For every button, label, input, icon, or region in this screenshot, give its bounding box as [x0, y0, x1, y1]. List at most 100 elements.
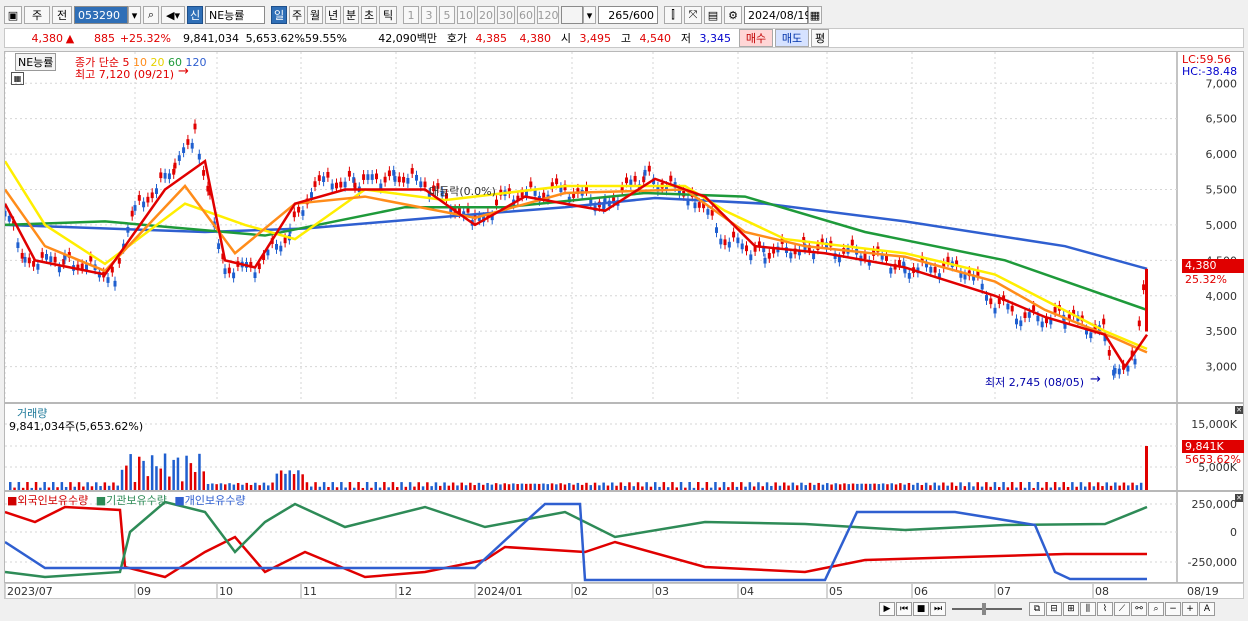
- minute-60-button[interactable]: 60: [517, 6, 535, 24]
- individual-legend: ■개인보유수량: [174, 494, 246, 507]
- scroll-last-icon[interactable]: ⏭: [930, 602, 946, 616]
- font-icon[interactable]: A: [1199, 602, 1215, 616]
- volume-bar: [331, 482, 334, 490]
- candle-body: [993, 307, 997, 314]
- stock-code-input[interactable]: 053290: [74, 6, 128, 24]
- candle-body: [933, 266, 937, 273]
- period-day-button[interactable]: 일: [271, 6, 287, 24]
- candle-body: [715, 227, 718, 233]
- volume-bar: [150, 455, 154, 490]
- volume-bar: [64, 486, 68, 490]
- stop-icon[interactable]: ■: [913, 602, 929, 616]
- sound-icon[interactable]: ◀▾: [161, 6, 185, 24]
- period-week-button[interactable]: 주: [289, 6, 305, 24]
- candle-body: [297, 206, 301, 213]
- date-input[interactable]: 2024/08/19: [744, 6, 811, 24]
- draw-tool-icon[interactable]: ⤧: [684, 6, 702, 24]
- volume-bar: [138, 456, 141, 490]
- chart-icon[interactable]: ⊞: [1063, 602, 1079, 616]
- period-tick-button[interactable]: 틱: [379, 6, 397, 24]
- candle-body: [1089, 332, 1093, 339]
- candle-body: [339, 181, 343, 188]
- period-month-button[interactable]: 월: [307, 6, 323, 24]
- minute-10-button[interactable]: 10: [457, 6, 475, 24]
- zoom-slider-thumb[interactable]: [982, 603, 986, 615]
- scroll-first-icon[interactable]: ⏮: [896, 602, 912, 616]
- main-toolbar: ▣ 주 전 053290 ▾ ⌕ ◀▾ 신 NE능률 일 주 월 년 분 초 틱…: [4, 5, 1244, 25]
- volume-panel-close-icon[interactable]: ✕: [1235, 406, 1243, 414]
- volume-bar: [1036, 482, 1040, 490]
- volume-bar: [907, 482, 911, 490]
- period-minute-button[interactable]: 분: [343, 6, 359, 24]
- custom-period-input[interactable]: [561, 6, 583, 24]
- volume-bar: [17, 482, 21, 490]
- candle-body: [223, 268, 227, 275]
- settings-gear-icon[interactable]: ⚙: [724, 6, 742, 24]
- price-chart-svg: 7,0006,5006,0005,5005,0004,5004,0003,500…: [5, 52, 1237, 402]
- minute-120-button[interactable]: 120: [537, 6, 559, 24]
- minus-icon[interactable]: −: [1165, 602, 1181, 616]
- bar-count-input[interactable]: 265/600: [598, 6, 658, 24]
- volume-bar: [1041, 487, 1044, 490]
- split-icon[interactable]: ⊟: [1046, 602, 1062, 616]
- volume-bar: [1088, 482, 1091, 490]
- volume-bar: [632, 486, 635, 490]
- candle-body: [533, 190, 537, 196]
- volume-bar: [482, 484, 485, 490]
- custom-period-dropdown-icon[interactable]: ▾: [583, 6, 596, 24]
- scroll-right-icon[interactable]: ▶: [879, 602, 895, 616]
- volume-value: 9,841,034주(5,653.62%): [9, 420, 144, 433]
- minute-5-button[interactable]: 5: [439, 6, 455, 24]
- minute-30-button[interactable]: 30: [497, 6, 515, 24]
- candle-body: [889, 267, 893, 274]
- chart-type-icon[interactable]: ▣: [4, 6, 22, 24]
- candle-body: [292, 211, 296, 218]
- zoom-icon[interactable]: ⌕: [1148, 602, 1164, 616]
- save-icon[interactable]: ▤: [704, 6, 722, 24]
- stock-name-field[interactable]: NE능률: [205, 6, 265, 24]
- code-dropdown-icon[interactable]: ▾: [128, 6, 141, 24]
- x-tick-label: 12: [398, 585, 412, 598]
- all-button[interactable]: 전: [52, 6, 72, 24]
- minute-3-button[interactable]: 3: [421, 6, 437, 24]
- holding-panel-close-icon[interactable]: ✕: [1235, 494, 1243, 502]
- overlap-icon[interactable]: ⧉: [1029, 602, 1045, 616]
- minute-20-button[interactable]: 20: [477, 6, 495, 24]
- plus-icon[interactable]: +: [1182, 602, 1198, 616]
- volume-bar: [181, 481, 184, 490]
- candle-icon[interactable]: ⫼: [1080, 602, 1096, 616]
- eval-button[interactable]: 평: [811, 29, 829, 47]
- volume-bar: [219, 483, 223, 490]
- period-second-button[interactable]: 초: [361, 6, 377, 24]
- volume-bar: [714, 482, 717, 490]
- volume-bar: [503, 483, 506, 490]
- period-year-button[interactable]: 년: [325, 6, 341, 24]
- volume-bar: [985, 482, 988, 490]
- holding-tick-label: 250,000: [1192, 498, 1238, 511]
- candle-body: [850, 239, 854, 246]
- candle-body: [159, 172, 163, 179]
- buy-button[interactable]: 매수: [739, 29, 773, 47]
- indicator-icon[interactable]: ⌇: [1097, 602, 1113, 616]
- candle-body: [1019, 320, 1023, 327]
- volume-bar: [611, 482, 614, 490]
- volume-bar: [808, 482, 812, 490]
- volume-bar: [13, 487, 16, 490]
- calendar-icon[interactable]: ▦: [808, 6, 822, 24]
- volume-bar: [1084, 486, 1087, 490]
- volume-bar: [434, 482, 438, 490]
- minute-1-button[interactable]: 1: [403, 6, 419, 24]
- candle-body: [137, 195, 141, 201]
- table-view-icon[interactable]: ▦: [11, 72, 24, 85]
- link-icon[interactable]: ⚯: [1131, 602, 1147, 616]
- candle-body: [719, 238, 723, 245]
- candle-style-icon[interactable]: ⫿: [664, 6, 682, 24]
- candle-body: [397, 176, 401, 183]
- period-weekly-button[interactable]: 주: [24, 6, 50, 24]
- trend-icon[interactable]: ⟋: [1114, 602, 1130, 616]
- search-icon[interactable]: ⌕: [143, 6, 159, 24]
- candle-body: [767, 252, 771, 259]
- sell-button[interactable]: 매도: [775, 29, 809, 47]
- zoom-slider[interactable]: [952, 603, 1022, 615]
- volume-bar: [322, 482, 326, 490]
